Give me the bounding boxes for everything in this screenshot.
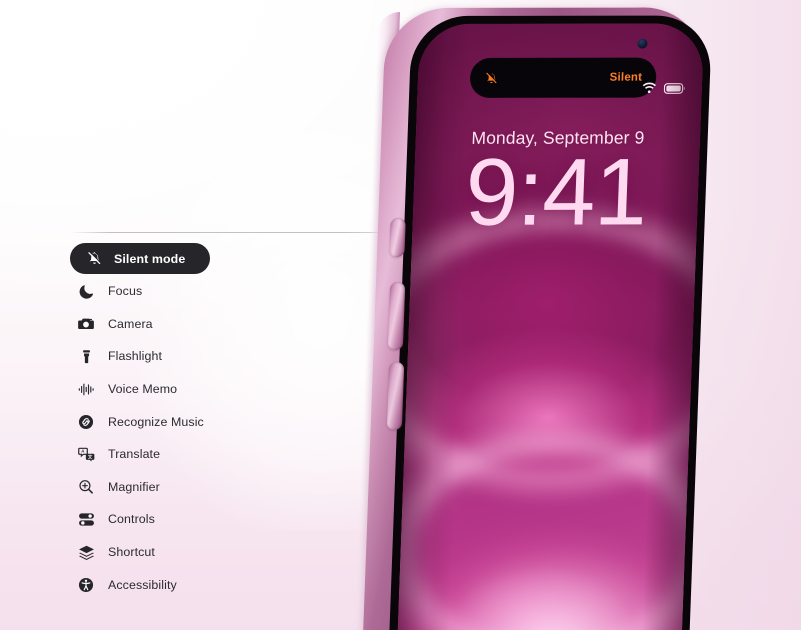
shortcut-layers-icon <box>74 540 98 564</box>
volume-down-button[interactable] <box>386 362 405 430</box>
action-button[interactable] <box>389 218 406 257</box>
shazam-icon <box>74 410 98 434</box>
menu-item-label: Magnifier <box>108 479 160 494</box>
menu-item-recognize-music[interactable]: Recognize Music <box>70 405 310 438</box>
menu-item-label: Voice Memo <box>108 382 178 397</box>
iphone-device: Monday, September 9 9:41 Silent <box>354 0 801 630</box>
magnifier-icon <box>74 475 98 499</box>
callout-leader-line <box>70 232 405 233</box>
screenshot-stage: Silent mode Focus Camera Flashlight Voic… <box>0 0 801 630</box>
menu-item-label: Camera <box>108 316 153 331</box>
menu-item-translate[interactable]: A 文 Translate <box>70 438 310 471</box>
selected-pill[interactable]: Silent mode <box>70 243 210 274</box>
menu-item-flashlight[interactable]: Flashlight <box>70 340 310 373</box>
menu-item-shortcut[interactable]: Shortcut <box>70 536 310 569</box>
dynamic-island[interactable]: Silent <box>469 57 657 98</box>
silent-status-label: Silent <box>609 71 643 84</box>
menu-item-voice-memo[interactable]: Voice Memo <box>70 373 310 406</box>
moon-icon <box>74 279 98 303</box>
menu-item-label: Flashlight <box>108 349 163 364</box>
translate-icon: A 文 <box>74 442 98 466</box>
waveform-icon <box>74 377 98 401</box>
menu-item-label: Silent mode <box>114 251 186 266</box>
action-button-menu: Silent mode Focus Camera Flashlight Voic… <box>70 243 310 601</box>
menu-item-label: Accessibility <box>108 577 177 592</box>
menu-item-accessibility[interactable]: Accessibility <box>70 568 310 601</box>
bell-slash-icon <box>82 247 106 271</box>
menu-item-label: Translate <box>108 447 161 462</box>
wifi-icon <box>641 82 657 100</box>
phone-screen[interactable]: Monday, September 9 9:41 Silent <box>396 23 705 630</box>
camera-icon <box>74 312 98 336</box>
menu-item-camera[interactable]: Camera <box>70 308 310 341</box>
svg-text:A: A <box>81 448 85 453</box>
menu-item-label: Shortcut <box>108 545 155 560</box>
menu-item-label: Focus <box>108 284 143 299</box>
flashlight-icon <box>74 344 98 368</box>
controls-icon <box>74 507 98 531</box>
accessibility-icon <box>74 573 98 597</box>
menu-item-magnifier[interactable]: Magnifier <box>70 471 310 504</box>
menu-item-label: Controls <box>108 512 155 527</box>
menu-item-label: Recognize Music <box>108 414 204 429</box>
menu-item-focus[interactable]: Focus <box>70 275 310 308</box>
menu-item-silent-mode[interactable]: Silent mode <box>70 243 310 275</box>
volume-up-button[interactable] <box>387 282 406 350</box>
svg-text:文: 文 <box>87 453 92 460</box>
menu-item-controls[interactable]: Controls <box>70 503 310 536</box>
bell-slash-icon <box>484 70 500 85</box>
